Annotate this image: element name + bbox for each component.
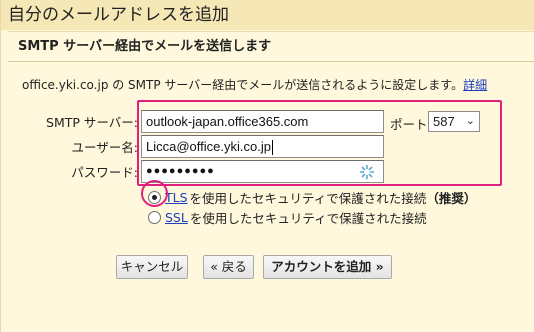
username-label: ユーザー名: bbox=[71, 140, 138, 155]
ssl-link[interactable]: SSL bbox=[165, 210, 188, 225]
highlight-circle bbox=[141, 180, 168, 207]
description: office.yki.co.jp の SMTP サーバー経由でメールが送信される… bbox=[22, 76, 487, 93]
add-email-dialog: 自分のメールアドレスを追加 SMTP サーバー経由でメールを送信します offi… bbox=[0, 0, 534, 332]
ssl-radio[interactable] bbox=[148, 211, 161, 224]
cancel-button[interactable]: キャンセル bbox=[116, 255, 188, 279]
back-button[interactable]: « 戻る bbox=[203, 255, 254, 279]
smtp-server-label: SMTP サーバー: bbox=[46, 115, 138, 130]
highlight-box bbox=[137, 100, 502, 186]
tls-link[interactable]: TLS bbox=[165, 190, 188, 205]
ssl-option[interactable]: SSL を使用したセキュリティで保護された接続 bbox=[148, 208, 427, 227]
add-account-button[interactable]: アカウントを追加 » bbox=[263, 255, 392, 279]
password-label: パスワード: bbox=[71, 165, 138, 180]
section-heading: SMTP サーバー経由でメールを送信します bbox=[8, 32, 534, 62]
details-link[interactable]: 詳細 bbox=[463, 78, 487, 92]
tls-text: を使用したセキュリティで保護された接続 bbox=[189, 191, 427, 206]
tls-recommended: （推奨） bbox=[426, 191, 477, 206]
description-text: office.yki.co.jp の SMTP サーバー経由でメールが送信される… bbox=[22, 78, 464, 92]
dialog-title: 自分のメールアドレスを追加 bbox=[1, 0, 534, 30]
ssl-text: を使用したセキュリティで保護された接続 bbox=[189, 211, 427, 226]
tls-option[interactable]: TLS を使用したセキュリティで保護された接続 （推奨） bbox=[148, 188, 476, 207]
